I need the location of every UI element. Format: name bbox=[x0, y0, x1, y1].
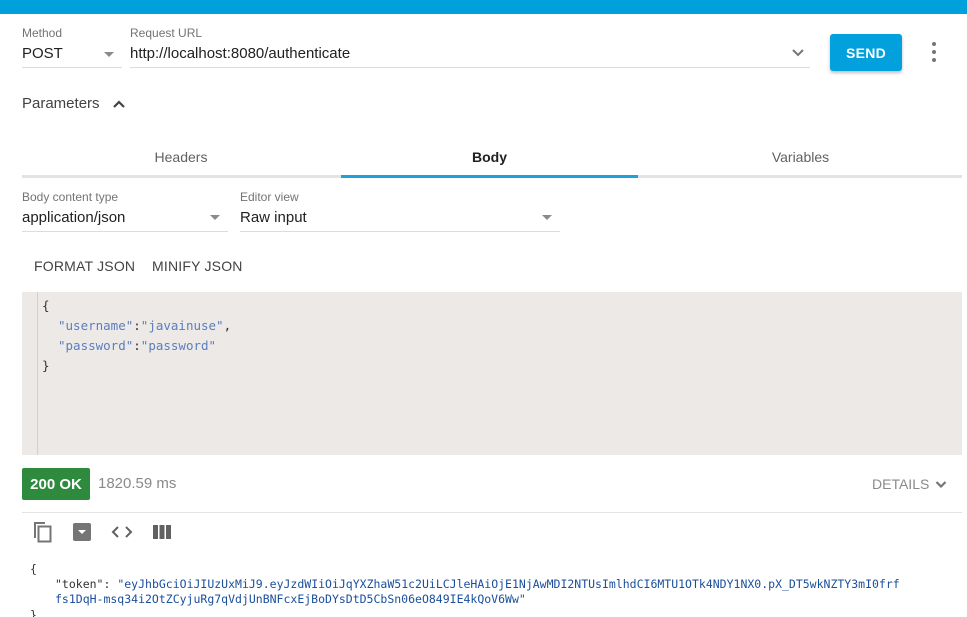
code-colon: : bbox=[133, 338, 141, 353]
editor-view-label: Editor view bbox=[240, 190, 299, 204]
url-label: Request URL bbox=[130, 26, 203, 40]
editor-view-value: Raw input bbox=[240, 209, 307, 226]
save-icon[interactable] bbox=[70, 520, 94, 544]
details-toggle[interactable]: DETAILS bbox=[872, 476, 947, 492]
chevron-up-icon bbox=[112, 99, 125, 108]
active-tab-indicator bbox=[341, 175, 638, 178]
chevron-down-icon bbox=[936, 480, 947, 488]
tab-variables[interactable]: Variables bbox=[639, 138, 962, 176]
code-open-brace: { bbox=[42, 298, 50, 313]
send-button[interactable]: SEND bbox=[830, 34, 902, 71]
content-type-value: application/json bbox=[22, 209, 126, 226]
method-dropdown-icon bbox=[104, 52, 114, 57]
url-underline bbox=[130, 67, 810, 68]
method-label: Method bbox=[22, 26, 63, 40]
response-sep: : bbox=[103, 577, 118, 591]
columns-icon[interactable] bbox=[150, 520, 174, 544]
response-token-value-1: "eyJhbGciOiJIUzUxMiJ9.eyJzdWIiOiJqYXZhaW… bbox=[117, 577, 900, 591]
more-vert-icon[interactable] bbox=[928, 42, 940, 62]
method-underline bbox=[22, 67, 122, 68]
code-comma: , bbox=[223, 318, 232, 333]
code-colon: : bbox=[133, 318, 141, 333]
code-icon[interactable] bbox=[110, 520, 134, 544]
response-close-brace: } bbox=[30, 608, 37, 617]
editor-view-underline bbox=[240, 231, 560, 232]
content-type-dropdown-icon bbox=[210, 215, 220, 220]
code-key-username: "username" bbox=[58, 318, 134, 333]
tab-headers[interactable]: Headers bbox=[22, 138, 340, 176]
response-token-line: "token": "eyJhbGciOiJIUzUxMiJ9.eyJzdWIiO… bbox=[55, 577, 900, 591]
status-badge: 200 OK bbox=[22, 468, 90, 500]
app-top-bar bbox=[0, 0, 967, 14]
tab-body[interactable]: Body bbox=[341, 138, 638, 176]
url-value: http://localhost:8080/authenticate bbox=[130, 45, 351, 62]
code-key-password: "password" bbox=[58, 338, 134, 353]
minify-json-button[interactable]: MINIFY JSON bbox=[152, 258, 243, 274]
content-type-label: Body content type bbox=[22, 190, 119, 204]
code-value-password: "password" bbox=[140, 338, 217, 353]
details-label: DETAILS bbox=[872, 476, 930, 492]
copy-icon[interactable] bbox=[30, 520, 54, 544]
chevron-down-icon[interactable] bbox=[790, 46, 806, 60]
code-value-username: "javainuse" bbox=[140, 318, 224, 333]
response-time: 1820.59 ms bbox=[98, 475, 177, 492]
response-token-key: "token" bbox=[55, 577, 104, 591]
format-json-button[interactable]: FORMAT JSON bbox=[34, 258, 135, 274]
parameters-label: Parameters bbox=[22, 95, 100, 112]
code-close-brace: } bbox=[42, 358, 50, 373]
editor-view-dropdown-icon bbox=[542, 215, 552, 220]
editor-gutter bbox=[22, 292, 38, 455]
method-value: POST bbox=[22, 45, 63, 62]
content-type-underline bbox=[22, 231, 228, 232]
body-editor[interactable]: { "username":"javainuse", "password":"pa… bbox=[22, 292, 962, 455]
response-token-value-2: fs1DqH-msq34i2OtZCyjuRg7qVdjUnBNFcxEjBoD… bbox=[55, 592, 526, 606]
request-tabs: Headers Body Variables bbox=[22, 138, 962, 178]
code-line-username: "username":"javainuse", bbox=[58, 316, 231, 336]
code-line-password: "password":"password" bbox=[58, 336, 216, 356]
parameters-toggle[interactable]: Parameters bbox=[22, 95, 126, 112]
response-divider bbox=[22, 512, 962, 513]
response-open-brace: { bbox=[30, 562, 37, 576]
